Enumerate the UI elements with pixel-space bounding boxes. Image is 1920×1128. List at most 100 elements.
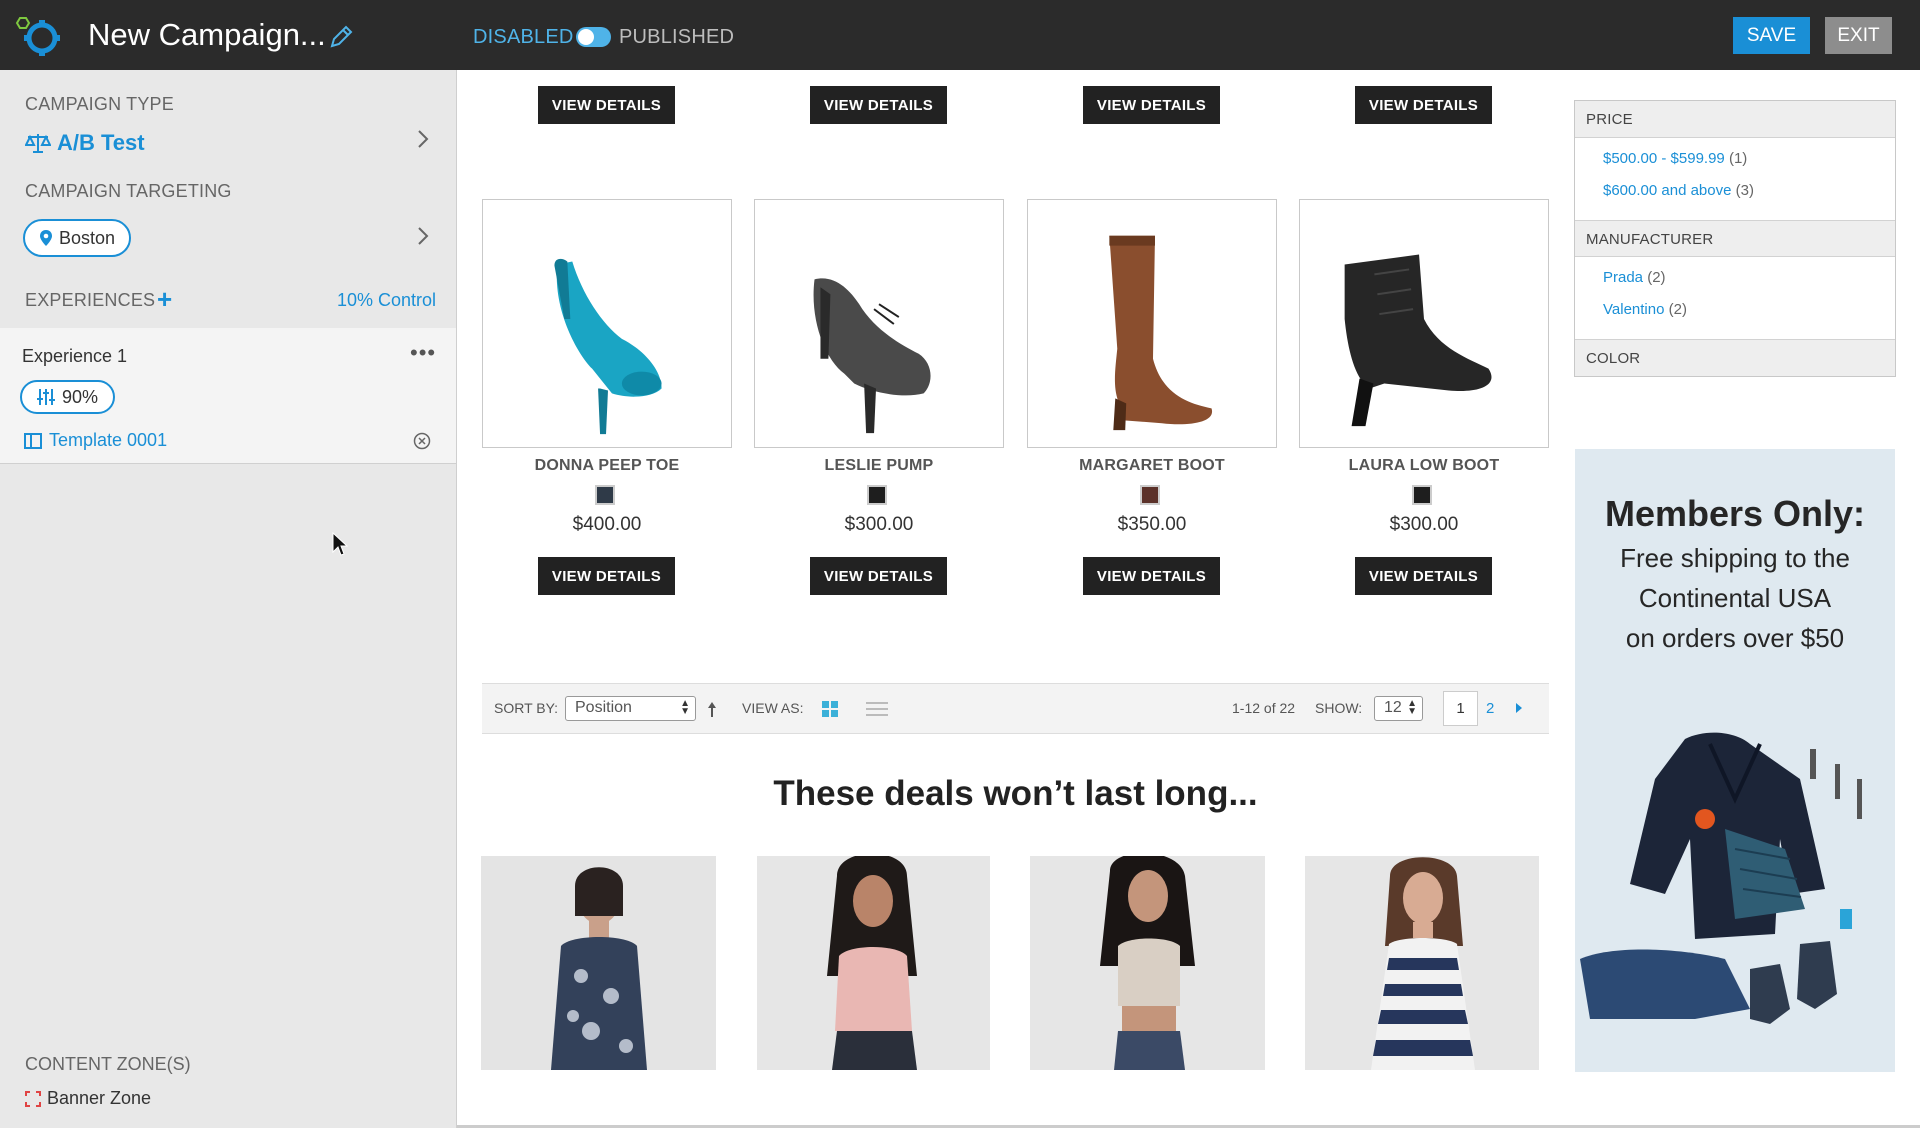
publish-toggle[interactable] <box>576 27 611 47</box>
product-price: $300.00 <box>1389 514 1459 535</box>
campaign-type-text: A/B Test <box>57 130 145 155</box>
list-view-icon[interactable] <box>866 700 888 718</box>
save-button[interactable]: SAVE <box>1733 17 1810 54</box>
manufacturer-filter-options: Prada (2) Valentino (2) <box>1575 257 1895 339</box>
color-filter-header[interactable]: COLOR <box>1575 339 1895 376</box>
color-swatch[interactable] <box>1140 485 1160 505</box>
view-details-button[interactable]: VIEW DETAILS <box>538 557 675 595</box>
outfit-flatlay-image <box>1580 732 1862 1024</box>
filter-option: $500.00 - $599.99 (1) <box>1603 150 1867 167</box>
traffic-percent-pill[interactable]: 90% <box>20 380 115 414</box>
page-next-number[interactable]: 2 <box>1486 700 1494 717</box>
scale-icon <box>25 134 51 153</box>
banner-title: Members Only: <box>1604 493 1866 534</box>
remove-template-icon[interactable] <box>413 432 431 450</box>
template-link[interactable]: Template 0001 <box>24 430 167 451</box>
page-current[interactable]: 1 <box>1443 691 1478 726</box>
banner-zone-text: Banner Zone <box>47 1088 152 1108</box>
view-details-button[interactable]: VIEW DETAILS <box>810 86 947 124</box>
banner-zone-item[interactable]: Banner Zone <box>25 1088 151 1109</box>
manufacturer-option-link[interactable]: Prada <box>1603 269 1643 286</box>
product-image[interactable] <box>1299 199 1549 448</box>
deals-heading: These deals won’t last long... <box>773 774 1258 813</box>
peep-toe-shoe-image <box>554 258 662 435</box>
option-count: (1) <box>1728 150 1748 167</box>
location-pill[interactable]: Boston <box>23 219 132 257</box>
sort-select[interactable]: Position ▲ ▼ <box>565 696 696 721</box>
manufacturer-filter-header[interactable]: MANUFACTURER <box>1575 220 1895 257</box>
traffic-percent-text: 90% <box>61 386 99 407</box>
show-label: SHOW: <box>1315 700 1363 716</box>
grid-view-icon[interactable] <box>821 700 839 718</box>
view-details-button[interactable]: VIEW DETAILS <box>1083 86 1220 124</box>
product-name[interactable]: LAURA LOW BOOT <box>1299 457 1549 475</box>
campaign-type-value[interactable]: A/B Test <box>25 130 145 156</box>
pencil-icon[interactable] <box>328 24 354 50</box>
exit-button[interactable]: EXIT <box>1825 17 1892 54</box>
product-price: $400.00 <box>572 514 642 535</box>
tall-boot-image <box>1109 235 1213 431</box>
color-swatch[interactable] <box>595 485 615 505</box>
sheer-top-model-image <box>1030 856 1265 1070</box>
filter-option: Prada (2) <box>1603 269 1867 286</box>
result-count: 1-12 of 22 <box>1232 700 1296 716</box>
show-value: 12 <box>1384 699 1402 716</box>
chevron-right-icon[interactable] <box>416 225 430 247</box>
option-count: (2) <box>1647 269 1666 286</box>
campaign-targeting-label: CAMPAIGN TARGETING <box>25 181 232 201</box>
pink-top-model-image <box>757 856 990 1070</box>
template-icon <box>24 432 42 449</box>
product-name[interactable]: MARGARET BOOT <box>1027 457 1277 475</box>
product-name[interactable]: LESLIE PUMP <box>754 457 1004 475</box>
view-details-button[interactable]: VIEW DETAILS <box>1083 557 1220 595</box>
banner-line-3: on orders over $50 <box>1625 623 1845 653</box>
more-options-button[interactable]: ••• <box>410 342 436 364</box>
color-swatch[interactable] <box>1412 485 1432 505</box>
model-image[interactable] <box>481 856 716 1070</box>
location-text: Boston <box>59 227 116 248</box>
next-page-arrow-icon[interactable] <box>1516 703 1522 713</box>
view-details-button[interactable]: VIEW DETAILS <box>538 86 675 124</box>
campaign-name[interactable]: New Campaign... <box>88 17 326 53</box>
sort-label: SORT BY: <box>494 700 559 716</box>
product-image[interactable] <box>1027 199 1277 448</box>
striped-dress-model-image <box>1305 856 1539 1070</box>
view-details-button[interactable]: VIEW DETAILS <box>1355 557 1492 595</box>
model-image[interactable] <box>757 856 990 1070</box>
add-experience-button[interactable]: + <box>157 286 172 312</box>
manufacturer-option-link[interactable]: Valentino <box>1603 301 1664 318</box>
product-name[interactable]: DONNA PEEP TOE <box>482 457 732 475</box>
status-disabled-label: DISABLED <box>473 26 574 48</box>
zone-icon <box>25 1090 41 1107</box>
control-link[interactable]: 10% Control <box>337 290 436 311</box>
model-image[interactable] <box>1030 856 1265 1070</box>
members-banner[interactable]: Members Only: Free shipping to the Conti… <box>1575 449 1895 1072</box>
product-image[interactable] <box>482 199 732 448</box>
experience-card: Experience 1 ••• 90% Template 0001 <box>0 328 456 464</box>
price-option-link[interactable]: $600.00 and above <box>1603 182 1731 199</box>
product-image[interactable] <box>754 199 1004 448</box>
color-swatch[interactable] <box>867 485 887 505</box>
price-filter-header[interactable]: PRICE <box>1575 101 1895 138</box>
filter-option: Valentino (2) <box>1603 301 1867 318</box>
template-name: Template 0001 <box>49 430 168 450</box>
map-pin-icon <box>40 230 52 246</box>
product-price: $300.00 <box>844 514 914 535</box>
sort-direction-icon[interactable] <box>706 700 718 718</box>
select-arrows-icon: ▲ ▼ <box>1407 698 1417 717</box>
sidebar: CAMPAIGN TYPE A/B Test CAMPAIGN TARGETIN… <box>0 70 457 1128</box>
banner-line-2: Continental USA <box>1638 583 1832 613</box>
show-select[interactable]: 12 ▲ ▼ <box>1374 696 1423 721</box>
experiences-label: EXPERIENCES <box>25 290 156 310</box>
view-details-button[interactable]: VIEW DETAILS <box>1355 86 1492 124</box>
view-as-label: VIEW AS: <box>742 700 804 716</box>
sort-value: Position <box>575 699 632 716</box>
view-details-button[interactable]: VIEW DETAILS <box>810 557 947 595</box>
filter-option: $600.00 and above (3) <box>1603 182 1867 199</box>
pump-shoe-image <box>813 278 931 434</box>
option-count: (2) <box>1668 301 1687 318</box>
model-image[interactable] <box>1305 856 1539 1070</box>
chevron-right-icon[interactable] <box>416 128 430 150</box>
price-option-link[interactable]: $500.00 - $599.99 <box>1603 150 1725 167</box>
floral-dress-model-image <box>481 856 716 1070</box>
